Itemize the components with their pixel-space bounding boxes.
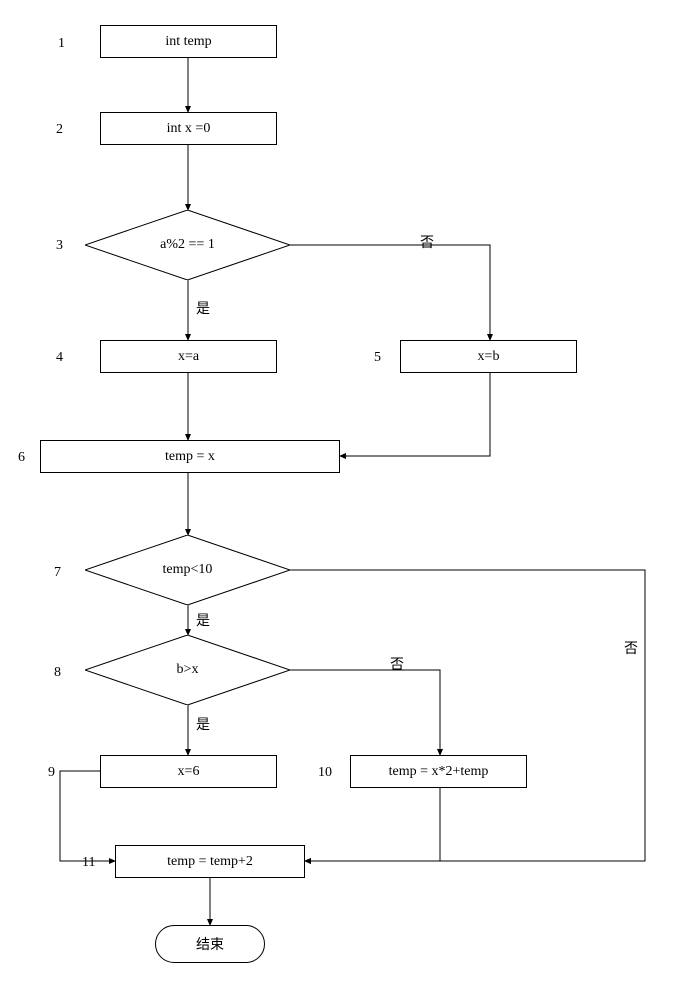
edge-1-2 — [0, 0, 673, 1000]
edge-label-no: 否 — [420, 232, 434, 252]
edge-label-no: 否 — [624, 638, 638, 658]
edge-label-yes: 是 — [196, 298, 210, 318]
edge-label-yes: 是 — [196, 610, 210, 630]
edge-label-no: 否 — [390, 654, 404, 674]
edge-label-yes: 是 — [196, 714, 210, 734]
